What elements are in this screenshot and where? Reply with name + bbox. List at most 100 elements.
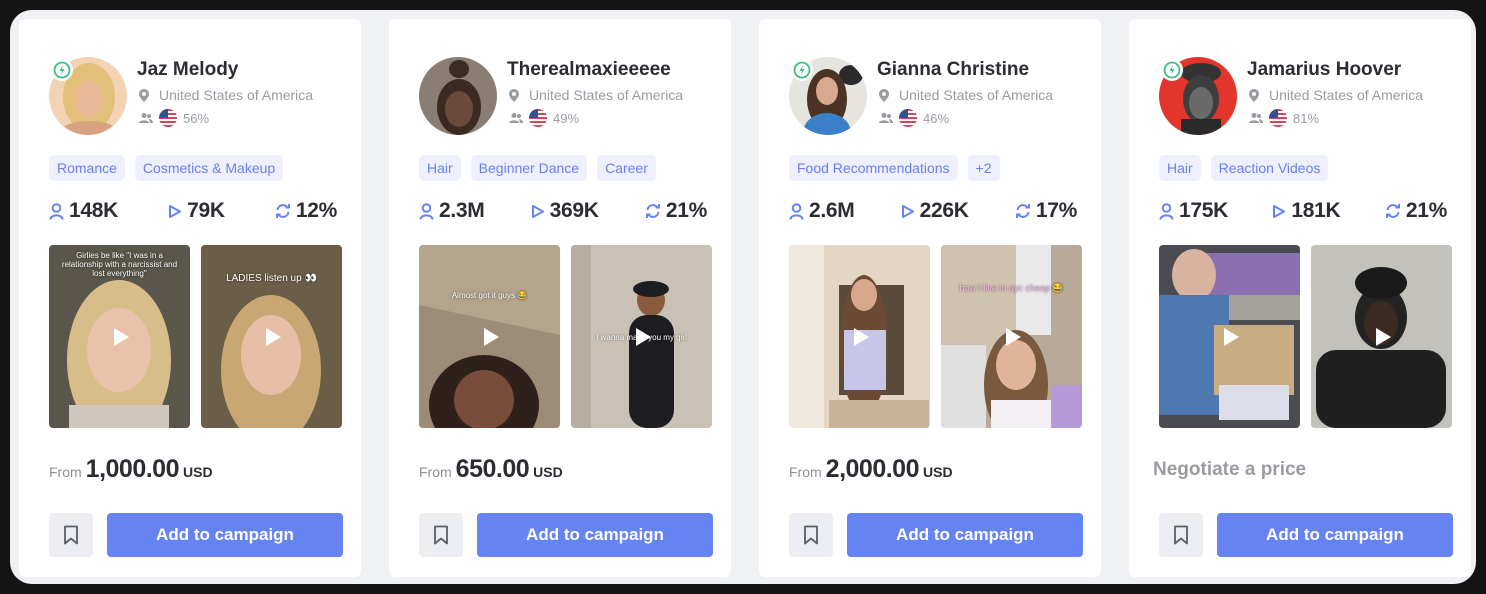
views-count: 369K — [549, 199, 599, 222]
audience-icon — [879, 113, 893, 123]
add-to-campaign-button[interactable]: Add to campaign — [107, 513, 343, 557]
creator-card[interactable]: Jamarius Hoover United States of America… — [1129, 19, 1471, 577]
engagement-rate: 21% — [1405, 199, 1447, 222]
audience-percent: 46% — [923, 110, 950, 126]
bookmark-button[interactable] — [419, 513, 463, 557]
engagement-stat: 12% — [275, 199, 337, 223]
creator-name[interactable]: Gianna Christine — [877, 59, 1029, 81]
audience-percent: 49% — [553, 110, 580, 126]
video-thumbnail[interactable]: Almost got it guys 😂 — [419, 245, 560, 428]
video-caption: Girlies be like "I was in a relationship… — [61, 251, 178, 278]
audience-percent: 56% — [183, 110, 210, 126]
play-icon — [635, 327, 651, 346]
negotiate-price-label: Negotiate a price — [1153, 459, 1307, 480]
us-flag-icon — [159, 109, 177, 127]
video-thumbnail[interactable] — [1311, 245, 1452, 428]
video-caption: how I live in nyc cheap 😂 — [959, 283, 1064, 293]
views-count: 226K — [919, 199, 969, 222]
creator-name[interactable]: Therealmaxieeeee — [507, 59, 671, 81]
followers-stat: 2.3M — [419, 199, 485, 223]
tag[interactable]: Reaction Videos — [1210, 155, 1329, 181]
location-pin-icon — [1249, 88, 1259, 102]
creator-name[interactable]: Jamarius Hoover — [1247, 59, 1401, 81]
bookmark-button[interactable] — [49, 513, 93, 557]
views-stat: 369K — [531, 199, 599, 223]
play-icon — [1223, 327, 1239, 346]
tag[interactable]: Beginner Dance — [470, 155, 588, 181]
play-icon — [1005, 327, 1021, 346]
avatar[interactable] — [1159, 57, 1237, 135]
bookmark-icon — [1174, 525, 1188, 545]
add-to-campaign-button[interactable]: Add to campaign — [477, 513, 713, 557]
video-thumbnail[interactable]: I wanna make you my girl — [571, 245, 712, 428]
views-count: 79K — [187, 199, 225, 222]
creator-grid: Jaz Melody United States of America 56% … — [10, 10, 1476, 584]
followers-stat: 175K — [1159, 199, 1228, 223]
price: From 650.00 USD — [419, 455, 563, 483]
location-text: United States of America — [1269, 87, 1424, 103]
followers-count: 175K — [1179, 199, 1229, 222]
location-text: United States of America — [529, 87, 684, 103]
views-stat: 79K — [168, 199, 225, 223]
video-caption: LADIES listen up 👀 — [226, 273, 317, 284]
tag[interactable]: Food Recommendations — [789, 155, 958, 181]
location-pin-icon — [139, 88, 149, 102]
tag[interactable]: Romance — [49, 155, 125, 181]
bookmark-button[interactable] — [789, 513, 833, 557]
user-icon — [1159, 202, 1174, 220]
bookmark-button[interactable] — [1159, 513, 1203, 557]
play-outline-icon — [901, 204, 914, 218]
tag[interactable]: Hair — [1159, 155, 1201, 181]
verified-badge-icon — [51, 59, 73, 81]
us-flag-icon — [1269, 109, 1287, 127]
engagement-rate: 17% — [1035, 199, 1077, 222]
avatar[interactable] — [789, 57, 867, 135]
followers-count: 148K — [69, 199, 119, 222]
avatar[interactable] — [49, 57, 127, 135]
video-thumbnail[interactable]: Girlies be like "I was in a relationship… — [49, 245, 190, 428]
location-text: United States of America — [159, 87, 314, 103]
play-icon — [853, 327, 869, 346]
bookmark-icon — [804, 525, 818, 545]
price-amount: 2,000.00 — [825, 455, 920, 483]
video-thumbnail[interactable] — [789, 245, 930, 428]
verified-badge-icon — [791, 59, 813, 81]
add-to-campaign-button[interactable]: Add to campaign — [847, 513, 1083, 557]
location-text: United States of America — [899, 87, 1054, 103]
creator-card[interactable]: Gianna Christine United States of Americ… — [759, 19, 1101, 577]
play-icon — [483, 327, 499, 346]
avatar[interactable] — [419, 57, 497, 135]
user-icon — [789, 202, 804, 220]
views-stat: 181K — [1272, 199, 1341, 223]
video-thumbnail[interactable]: how I live in nyc cheap 😂 — [941, 245, 1082, 428]
video-thumbnail[interactable]: LADIES listen up 👀 — [201, 245, 342, 428]
refresh-icon — [1385, 204, 1400, 218]
play-icon — [265, 327, 281, 346]
creator-card[interactable]: Jaz Melody United States of America 56% … — [19, 19, 361, 577]
user-icon — [419, 202, 434, 220]
creator-card[interactable]: Therealmaxieeeee United States of Americ… — [389, 19, 731, 577]
creator-name[interactable]: Jaz Melody — [137, 59, 238, 81]
bookmark-icon — [434, 525, 448, 545]
more-tags-badge[interactable]: +2 — [967, 155, 1000, 181]
price-amount: 1,000.00 — [85, 455, 180, 483]
us-flag-icon — [529, 109, 547, 127]
play-icon — [113, 327, 129, 346]
tag[interactable]: Cosmetics & Makeup — [134, 155, 284, 181]
play-outline-icon — [169, 204, 182, 218]
views-count: 181K — [1291, 199, 1341, 222]
followers-count: 2.6M — [809, 199, 855, 222]
price-amount: 650.00 — [455, 455, 530, 483]
play-outline-icon — [531, 204, 544, 218]
tag[interactable]: Career — [597, 155, 656, 181]
price: From 1,000.00 USD — [49, 455, 213, 483]
audience-icon — [139, 113, 153, 123]
tag[interactable]: Hair — [419, 155, 461, 181]
verified-badge-icon — [1161, 59, 1183, 81]
followers-count: 2.3M — [439, 199, 485, 222]
engagement-rate: 21% — [665, 199, 707, 222]
add-to-campaign-button[interactable]: Add to campaign — [1217, 513, 1453, 557]
play-outline-icon — [1273, 204, 1286, 218]
video-thumbnail[interactable] — [1159, 245, 1300, 428]
engagement-stat: 21% — [1385, 199, 1447, 223]
